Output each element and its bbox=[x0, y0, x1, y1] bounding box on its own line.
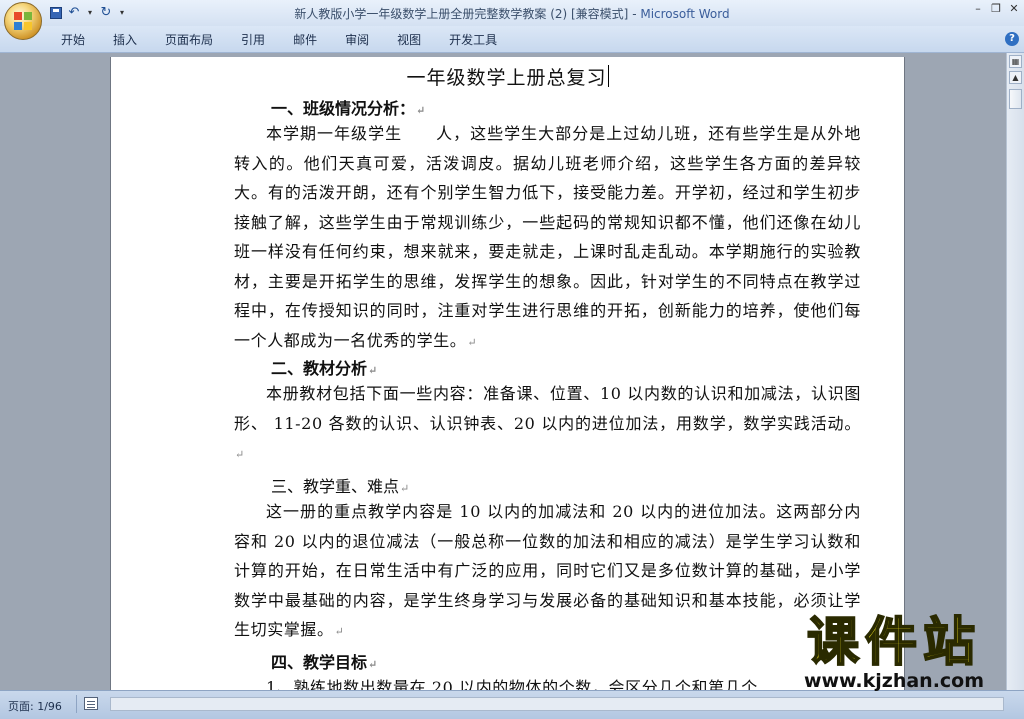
site-watermark: 课件站 www.kjzhan.com bbox=[776, 613, 1012, 692]
tab-references[interactable]: 引用 bbox=[227, 31, 279, 48]
window-controls: – ❐ ✕ bbox=[972, 2, 1020, 15]
minimize-icon[interactable]: – bbox=[972, 2, 984, 15]
office-logo-icon bbox=[14, 12, 32, 30]
window-title: 新人教版小学一年级数学上册全册完整数学教案 (2) [兼容模式] - Micro… bbox=[0, 5, 1024, 22]
restore-icon[interactable]: ❐ bbox=[990, 2, 1002, 15]
paragraph: 本册教材包括下面一些内容：准备课、位置、10 以内数的认识和加减法，认识图形、 … bbox=[234, 379, 861, 470]
text-cursor bbox=[607, 65, 609, 87]
paragraph-text: 本学期一年级学生 人，这些学生大部分是上过幼儿班，还有些学生是从外地转入的。他们… bbox=[234, 124, 861, 350]
title-separator: - bbox=[628, 7, 641, 21]
tab-view[interactable]: 视图 bbox=[383, 31, 435, 48]
tab-page-layout[interactable]: 页面布局 bbox=[151, 31, 227, 48]
paragraph: 1、熟练地数出数量在 20 以内的物体的个数，会区分几个和第几个 bbox=[234, 673, 861, 690]
section-heading-text: 三、教学重、难点 bbox=[271, 477, 400, 496]
paragraph: 本学期一年级学生 人，这些学生大部分是上过幼儿班，还有些学生是从外地转入的。他们… bbox=[234, 119, 861, 357]
horizontal-scrollbar[interactable] bbox=[110, 697, 1004, 711]
section-heading: 四、教学目标↵ bbox=[271, 649, 377, 673]
paragraph-mark: ↵ bbox=[416, 104, 426, 117]
document-title: 一年级数学上册总复习 bbox=[111, 63, 904, 90]
section-heading-text: 一、班级情况分析： bbox=[271, 99, 416, 118]
tab-home[interactable]: 开始 bbox=[47, 31, 99, 48]
document-workspace: 一年级数学上册总复习 一、班级情况分析：↵ 本学期一年级学生 人，这些学生大部分… bbox=[0, 53, 1006, 690]
ribbon-tab-bar: 开始 插入 页面布局 引用 邮件 审阅 视图 开发工具 ? bbox=[0, 26, 1024, 53]
paragraph-mark: ↵ bbox=[467, 335, 478, 349]
section-heading: 二、教材分析↵ bbox=[271, 355, 377, 379]
status-separator bbox=[76, 695, 77, 713]
status-bar: 页面: 1/96 bbox=[0, 690, 1024, 719]
document-name: 新人教版小学一年级数学上册全册完整数学教案 (2) [兼容模式] bbox=[294, 7, 629, 21]
document-page[interactable]: 一年级数学上册总复习 一、班级情况分析：↵ 本学期一年级学生 人，这些学生大部分… bbox=[110, 57, 905, 690]
paragraph-mark: ↵ bbox=[400, 482, 410, 495]
section-heading: 三、教学重、难点↵ bbox=[271, 473, 409, 497]
vertical-scrollbar[interactable]: ▦ ▲ bbox=[1006, 53, 1024, 690]
paragraph-mark: ↵ bbox=[235, 448, 245, 461]
paragraph: 这一册的重点教学内容是 10 以内的加减法和 20 以内的进位加法。这两部分内容… bbox=[234, 497, 861, 647]
page-count[interactable]: 页面: 1/96 bbox=[8, 698, 62, 714]
office-button[interactable] bbox=[4, 2, 42, 40]
tab-developer[interactable]: 开发工具 bbox=[435, 31, 511, 48]
proofing-icon[interactable] bbox=[84, 697, 98, 710]
paragraph-mark: ↵ bbox=[334, 625, 345, 638]
paragraph-text: 这一册的重点教学内容是 10 以内的加减法和 20 以内的进位加法。这两部分内容… bbox=[234, 502, 861, 639]
paragraph-text: 1、熟练地数出数量在 20 以内的物体的个数，会区分几个和第几个 bbox=[266, 678, 758, 690]
watermark-logo-text: 课件站 bbox=[806, 613, 981, 673]
paragraph-mark: ↵ bbox=[368, 364, 378, 377]
help-icon[interactable]: ? bbox=[1005, 32, 1019, 46]
ribbon-tabs: 开始 插入 页面布局 引用 邮件 审阅 视图 开发工具 bbox=[47, 31, 511, 48]
ruler-toggle-icon[interactable]: ▦ bbox=[1009, 55, 1022, 68]
close-icon[interactable]: ✕ bbox=[1008, 2, 1020, 15]
section-heading-text: 二、教材分析 bbox=[271, 359, 368, 378]
scroll-up-icon[interactable]: ▲ bbox=[1009, 71, 1022, 84]
document-title-text: 一年级数学上册总复习 bbox=[406, 67, 607, 89]
paragraph-mark: ↵ bbox=[368, 658, 378, 671]
paragraph-text: 本册教材包括下面一些内容：准备课、位置、10 以内数的认识和加减法，认识图形、 … bbox=[234, 384, 861, 433]
app-name: Microsoft Word bbox=[640, 7, 730, 21]
title-bar: ↶ ▾ ↻ ▾ 新人教版小学一年级数学上册全册完整数学教案 (2) [兼容模式]… bbox=[0, 0, 1024, 40]
tab-review[interactable]: 审阅 bbox=[331, 31, 383, 48]
section-heading: 一、班级情况分析：↵ bbox=[271, 95, 425, 119]
scroll-thumb[interactable] bbox=[1009, 89, 1022, 109]
tab-insert[interactable]: 插入 bbox=[99, 31, 151, 48]
tab-mailings[interactable]: 邮件 bbox=[279, 31, 331, 48]
watermark-url: www.kjzhan.com bbox=[803, 670, 985, 692]
section-heading-text: 四、教学目标 bbox=[271, 653, 368, 672]
